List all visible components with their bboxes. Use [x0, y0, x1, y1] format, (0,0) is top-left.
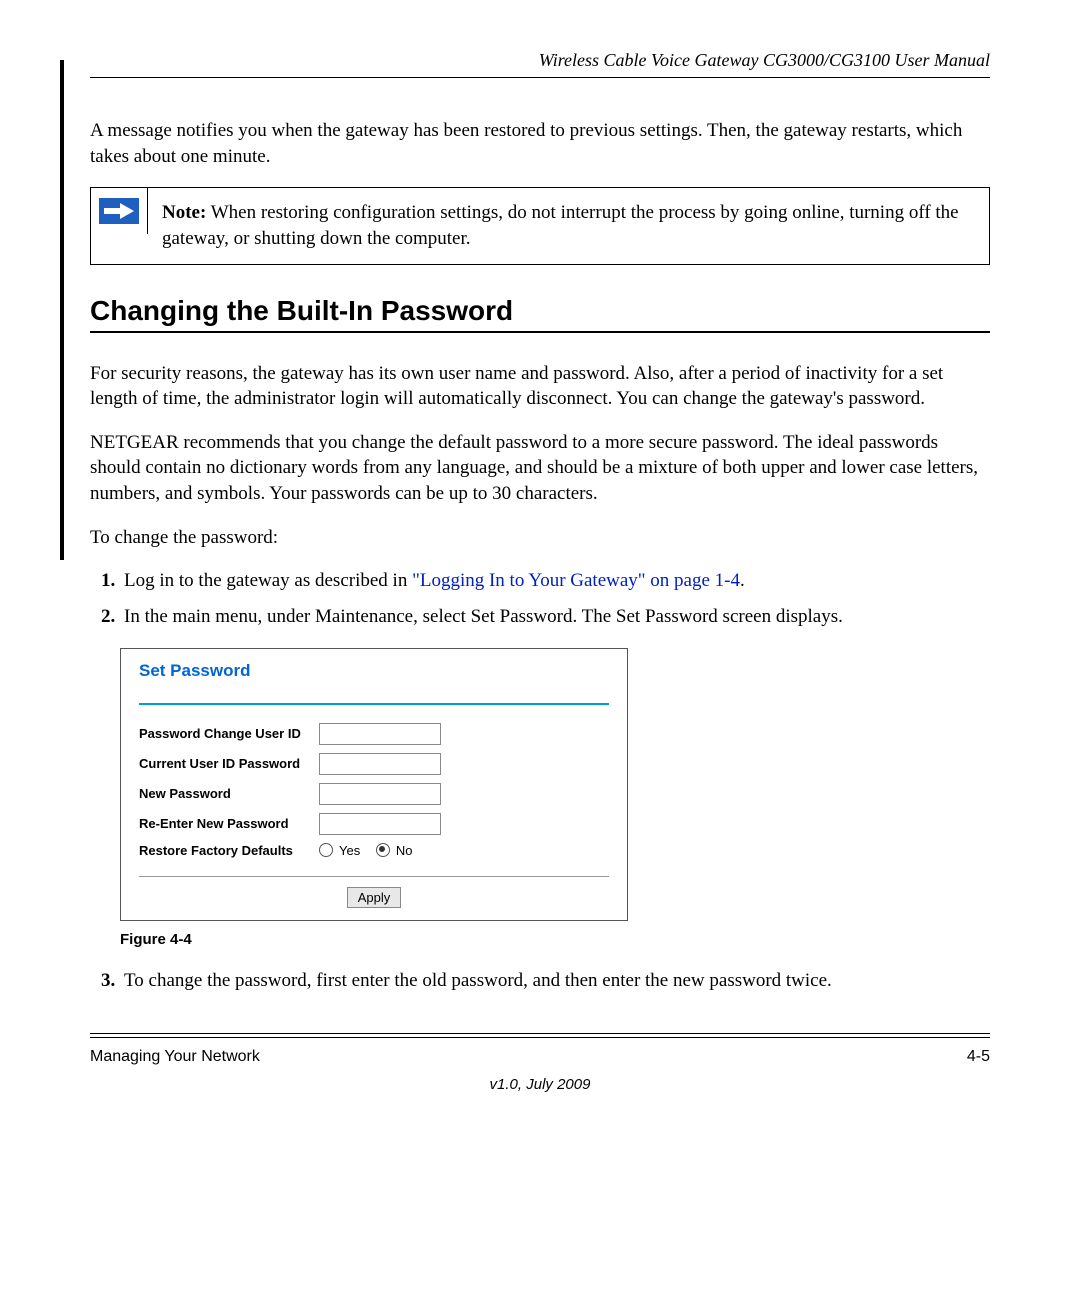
- step-2: In the main menu, under Maintenance, sel…: [120, 604, 990, 630]
- xref-logging-in[interactable]: "Logging In to Your Gateway" on page 1-4: [412, 570, 740, 591]
- input-new-password[interactable]: [319, 783, 441, 805]
- apply-button[interactable]: Apply: [347, 887, 402, 908]
- arrow-right-icon: [99, 198, 139, 224]
- label-current-password: Current User ID Password: [139, 756, 319, 771]
- paragraph-2: NETGEAR recommends that you change the d…: [90, 430, 990, 507]
- figure-caption: Figure 4-4: [120, 931, 990, 948]
- label-reenter-password: Re-Enter New Password: [139, 816, 319, 831]
- page-header: Wireless Cable Voice Gateway CG3000/CG31…: [90, 50, 990, 71]
- intro-paragraph: A message notifies you when the gateway …: [90, 118, 990, 169]
- input-user-id[interactable]: [319, 723, 441, 745]
- radio-no[interactable]: [376, 843, 390, 857]
- note-label: Note:: [162, 202, 206, 223]
- steps-list: Log in to the gateway as described in "L…: [90, 568, 990, 629]
- label-user-id: Password Change User ID: [139, 726, 319, 741]
- change-bar: [60, 60, 64, 560]
- paragraph-1: For security reasons, the gateway has it…: [90, 361, 990, 412]
- step-3: To change the password, first enter the …: [120, 968, 990, 994]
- input-current-password[interactable]: [319, 753, 441, 775]
- footer-section: Managing Your Network: [90, 1048, 260, 1066]
- step-1: Log in to the gateway as described in "L…: [120, 568, 990, 594]
- steps-list-continued: To change the password, first enter the …: [90, 968, 990, 994]
- label-restore-defaults: Restore Factory Defaults: [139, 843, 319, 858]
- radio-no-label: No: [396, 843, 413, 858]
- note-text: When restoring configuration settings, d…: [162, 202, 959, 249]
- radio-yes-label: Yes: [339, 843, 360, 858]
- input-reenter-password[interactable]: [319, 813, 441, 835]
- footer-page-number: 4-5: [967, 1048, 990, 1066]
- screenshot-title: Set Password: [139, 661, 609, 681]
- label-new-password: New Password: [139, 786, 319, 801]
- note-box: Note: When restoring configuration setti…: [90, 187, 990, 264]
- radio-yes[interactable]: [319, 843, 333, 857]
- set-password-screenshot: Set Password Password Change User ID Cur…: [120, 648, 628, 921]
- section-heading: Changing the Built-In Password: [90, 295, 990, 327]
- footer-version: v1.0, July 2009: [90, 1076, 990, 1093]
- paragraph-3: To change the password:: [90, 525, 990, 551]
